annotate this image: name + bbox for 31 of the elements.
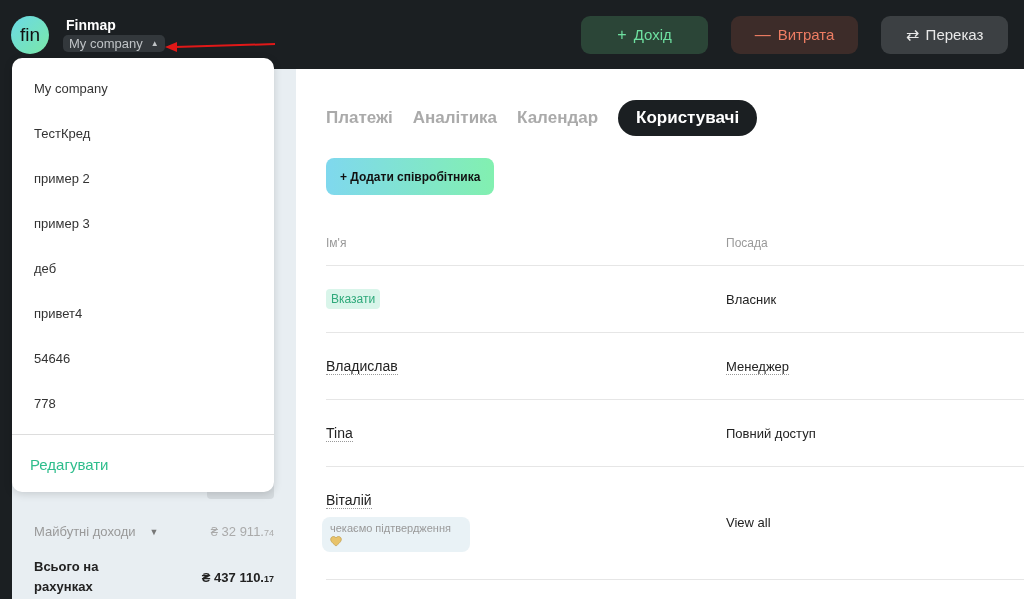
column-header: Посада <box>726 236 769 250</box>
column-header: Ім'я <box>326 236 348 250</box>
role-text: Повний доступ <box>726 426 816 441</box>
heart-icon <box>330 536 342 547</box>
status-text: чекаємо підтвердження <box>330 522 452 534</box>
role-text: Менеджер <box>726 359 790 375</box>
company-option[interactable]: My company <box>12 66 274 111</box>
action-button[interactable]: + Дохід <box>581 15 708 54</box>
action-button[interactable]: ⇄ Переказ <box>881 15 1008 54</box>
company-option[interactable]: деб <box>12 246 274 291</box>
user-name[interactable]: Tina <box>326 424 353 442</box>
total-label: Всього на рахунках <box>34 558 100 596</box>
logo: fin <box>11 15 49 54</box>
company-option[interactable]: ТестКред <box>12 111 274 156</box>
total-amount: ₴ 437 110.17 <box>201 569 274 585</box>
company-option[interactable]: пример 2 <box>12 156 274 201</box>
role-text: Власник <box>726 292 777 307</box>
company-option[interactable]: привет4 <box>12 291 274 336</box>
action-button[interactable]: — Витрата <box>731 15 858 54</box>
role-text: View all <box>726 515 771 530</box>
user-name[interactable]: Владислав <box>326 357 398 375</box>
company-option[interactable]: 778 <box>12 381 274 426</box>
future-income-amount: ₴ 32 911.74 <box>210 524 274 539</box>
future-income-label[interactable]: Майбутні доходи ▼ <box>34 524 159 539</box>
add-employee-button[interactable]: + Додати співробітника <box>326 158 495 195</box>
user-name[interactable]: Віталій <box>326 492 372 509</box>
company-option[interactable]: 54646 <box>12 336 274 381</box>
company-option[interactable]: пример 3 <box>12 201 274 246</box>
app-name: Finmap <box>66 17 116 33</box>
tab[interactable]: Користувачі <box>618 100 758 136</box>
company-selector[interactable]: My company ▲ <box>63 35 165 52</box>
